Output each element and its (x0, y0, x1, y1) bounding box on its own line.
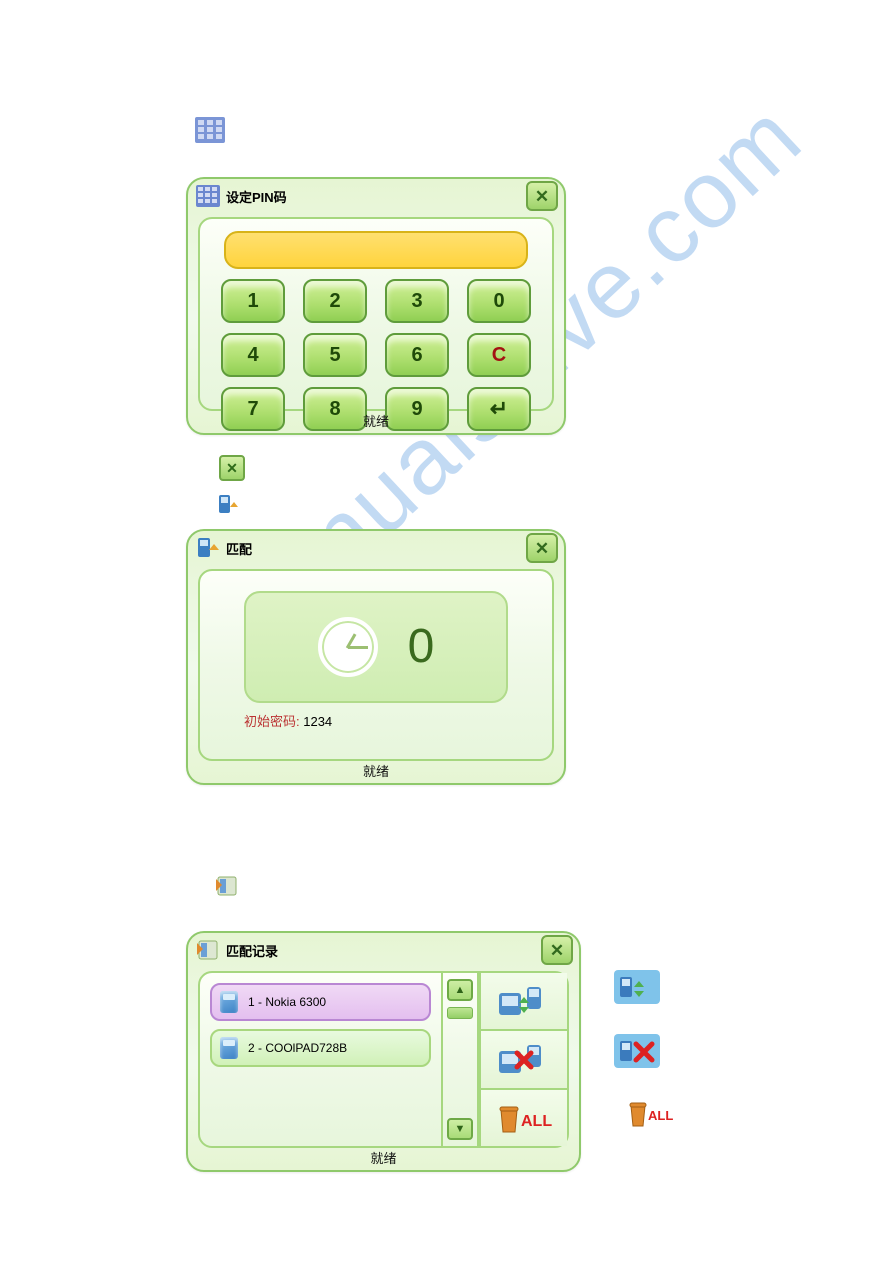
phone-icon (220, 1037, 238, 1059)
close-icon: ✕ (219, 455, 245, 481)
close-button[interactable]: ✕ (541, 935, 573, 965)
initial-password-value: 1234 (303, 714, 332, 729)
pin-display (224, 231, 528, 269)
pair-dialog: 匹配 ✕ 0 初始密码: 1234 就绪 (186, 529, 566, 785)
connect-button[interactable] (479, 973, 567, 1031)
dialog-title: 设定PIN码 (222, 187, 526, 206)
delete-all-button[interactable]: ALL (479, 1090, 567, 1146)
connect-icon (614, 970, 660, 1004)
pair-record-icon (194, 936, 222, 964)
svg-text:ALL: ALL (521, 1113, 552, 1130)
clock-icon (318, 617, 378, 677)
close-icon: ✕ (535, 188, 549, 205)
keypad-icon (194, 182, 222, 210)
action-column: ALL (479, 973, 567, 1146)
key-4[interactable]: 4 (221, 333, 285, 377)
phone-icon (220, 991, 238, 1013)
dialog-title: 匹配 (222, 539, 526, 558)
phone-sync-icon (194, 534, 222, 562)
scrollbar: ▲ ▼ (441, 973, 479, 1146)
set-pin-dialog: 设定PIN码 ✕ 1 2 3 0 4 5 6 C 7 8 9 ↵ 就绪 (186, 177, 566, 435)
countdown-value: 0 (408, 623, 435, 671)
scroll-up-button[interactable]: ▲ (447, 979, 473, 1001)
key-1[interactable]: 1 (221, 279, 285, 323)
status-bar: 就绪 (188, 1150, 579, 1170)
device-item[interactable]: 2 - COOlPAD728B (210, 1029, 431, 1067)
key-clear[interactable]: C (467, 333, 531, 377)
dialog-title: 匹配记录 (222, 941, 541, 960)
close-button[interactable]: ✕ (526, 181, 558, 211)
status-bar: 就绪 (188, 413, 564, 433)
key-0[interactable]: 0 (467, 279, 531, 323)
scroll-thumb[interactable] (447, 1007, 473, 1019)
pair-record-dialog: 匹配记录 ✕ 1 - Nokia 6300 2 - COOlPAD728B ▲ … (186, 931, 581, 1172)
key-6[interactable]: 6 (385, 333, 449, 377)
keypad: 1 2 3 0 4 5 6 C 7 8 9 ↵ (200, 279, 552, 431)
device-label: 1 - Nokia 6300 (248, 995, 326, 1009)
phone-sync-icon (216, 493, 240, 517)
device-item[interactable]: 1 - Nokia 6300 (210, 983, 431, 1021)
keypad-icon (195, 117, 225, 143)
key-5[interactable]: 5 (303, 333, 367, 377)
close-icon: ✕ (535, 540, 549, 557)
scroll-down-button[interactable]: ▼ (447, 1118, 473, 1140)
status-bar: 就绪 (188, 763, 564, 783)
scroll-track[interactable] (443, 1001, 477, 1118)
chevron-up-icon: ▲ (455, 984, 466, 996)
delete-all-icon: ALL (626, 1098, 676, 1132)
countdown-panel: 0 (244, 591, 508, 703)
disconnect-icon (614, 1034, 660, 1068)
key-2[interactable]: 2 (303, 279, 367, 323)
device-list: 1 - Nokia 6300 2 - COOlPAD728B (200, 973, 441, 1146)
pair-record-icon (214, 874, 240, 898)
key-3[interactable]: 3 (385, 279, 449, 323)
close-icon: ✕ (550, 942, 564, 959)
chevron-down-icon: ▼ (455, 1123, 466, 1135)
initial-password-label: 初始密码: (244, 714, 303, 729)
svg-text:ALL: ALL (648, 1108, 673, 1123)
close-button[interactable]: ✕ (526, 533, 558, 563)
disconnect-button[interactable] (479, 1031, 567, 1089)
device-label: 2 - COOlPAD728B (248, 1041, 347, 1055)
